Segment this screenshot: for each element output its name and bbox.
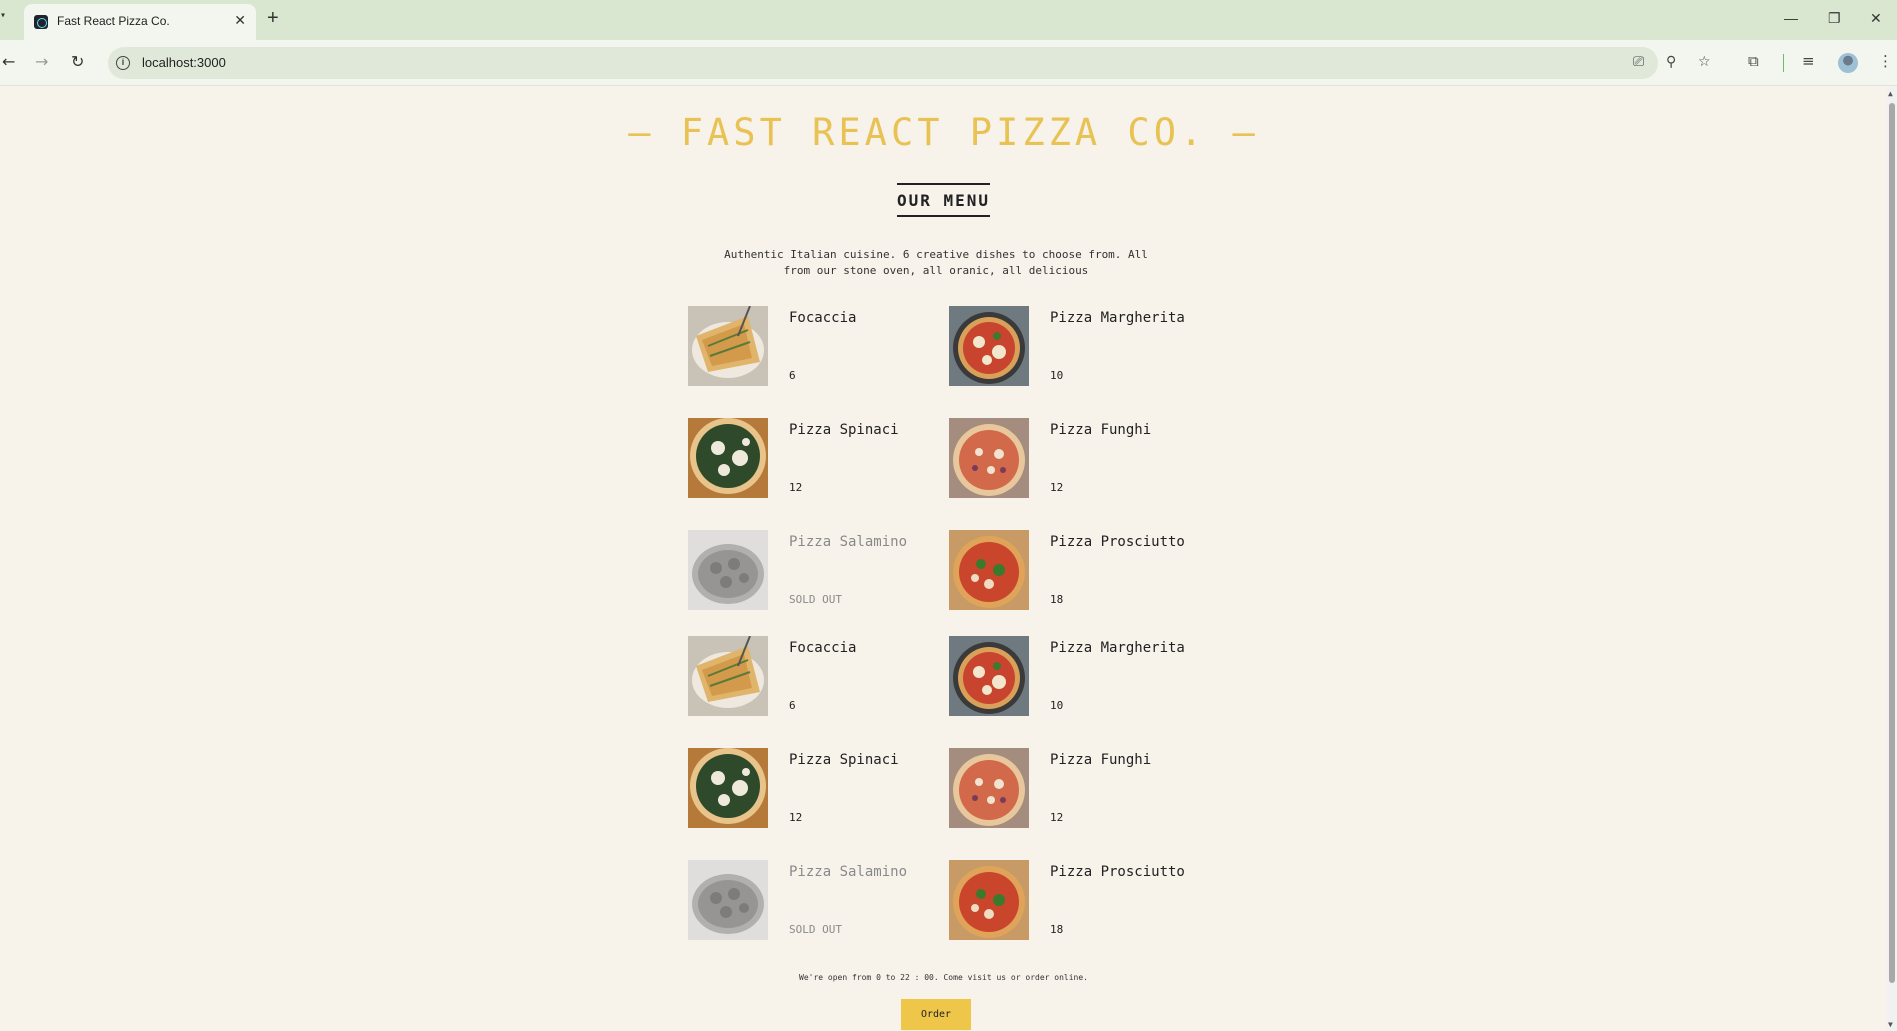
zoom-icon[interactable]: ⚲ <box>1666 54 1676 70</box>
menu-item: Focaccia 6 <box>688 636 938 716</box>
page-scrollbar[interactable]: ▲ ▼ <box>1887 87 1897 1031</box>
menu-heading-wrap: OUR MENU <box>0 183 1887 217</box>
menu-item-name: Focaccia <box>789 310 857 326</box>
menu-item-name: Pizza Salamino <box>789 534 908 550</box>
menu-item-price: 12 <box>1050 481 1064 494</box>
menu-item-name: Pizza Margherita <box>1050 640 1185 656</box>
prosciutto-image <box>949 530 1029 610</box>
brand-title: — FAST REACT PIZZA CO. — <box>628 111 1259 154</box>
bookmark-star-icon[interactable]: ☆ <box>1698 54 1711 70</box>
funghi-image <box>949 418 1029 498</box>
spinaci-image <box>688 748 768 828</box>
toolbar-divider <box>1783 54 1784 72</box>
opening-hours-note: We're open from 0 to 22 : 00. Come visit… <box>799 973 1088 982</box>
menu-item-price: 10 <box>1050 699 1064 712</box>
reload-icon[interactable]: ↻ <box>71 52 84 71</box>
prosciutto-image <box>949 860 1029 940</box>
menu-item-price: 12 <box>1050 811 1064 824</box>
margherita-image <box>949 636 1029 716</box>
spinaci-image <box>688 418 768 498</box>
react-favicon-icon <box>34 15 48 29</box>
browser-tab[interactable]: Fast React Pizza Co. ✕ <box>24 4 256 40</box>
browser-toolbar: ← → ↻ i localhost:3000 ⎚ ⚲ ☆ ⧉ ≡ ⋮ <box>0 40 1897 86</box>
order-button[interactable]: Order <box>901 999 971 1030</box>
menu-item-price: 18 <box>1050 923 1064 936</box>
forward-arrow-icon[interactable]: → <box>35 52 48 71</box>
extensions-puzzle-icon[interactable]: ⧉ <box>1748 52 1759 70</box>
menu-item: Focaccia 6 <box>688 306 938 386</box>
back-arrow-icon[interactable]: ← <box>2 52 15 71</box>
menu-item: Pizza Salamino SOLD OUT <box>688 860 938 940</box>
menu-item: Pizza Salamino SOLD OUT <box>688 530 938 610</box>
menu-item: Pizza Spinaci 12 <box>688 748 938 828</box>
page-content: — FAST REACT PIZZA CO. — OUR MENU Authen… <box>0 87 1887 1031</box>
menu-item-name: Pizza Prosciutto <box>1050 864 1185 880</box>
more-menu-icon[interactable]: ⋮ <box>1878 52 1893 70</box>
tab-close-icon[interactable]: ✕ <box>234 12 246 29</box>
menu-item-price: 6 <box>789 369 796 382</box>
profile-avatar[interactable] <box>1838 53 1858 73</box>
menu-item-name: Pizza Salamino <box>789 864 908 880</box>
menu-item: Pizza Spinaci 12 <box>688 418 938 498</box>
menu-item: Pizza Funghi 12 <box>949 748 1199 828</box>
menu-item-name: Pizza Margherita <box>1050 310 1185 326</box>
window-close-icon[interactable]: ✕ <box>1870 10 1882 27</box>
menu-item: Pizza Funghi 12 <box>949 418 1199 498</box>
menu-item: Pizza Margherita 10 <box>949 306 1199 386</box>
restore-icon[interactable]: ❐ <box>1828 10 1841 27</box>
minimize-icon[interactable]: — <box>1784 10 1798 26</box>
menu-item: Pizza Prosciutto 18 <box>949 530 1199 610</box>
menu-item-price: 12 <box>789 481 803 494</box>
tab-title: Fast React Pizza Co. <box>57 14 170 28</box>
menu-item: Pizza Margherita 10 <box>949 636 1199 716</box>
tab-list-chevron-icon[interactable]: ▾ <box>0 10 10 30</box>
url-text[interactable]: localhost:3000 <box>142 55 226 70</box>
salamino-image <box>688 530 768 610</box>
scroll-up-icon[interactable]: ▲ <box>1888 89 1893 98</box>
menu-item-price: 18 <box>1050 593 1064 606</box>
salamino-image <box>688 860 768 940</box>
menu-item-name: Pizza Spinaci <box>789 752 899 768</box>
scroll-thumb[interactable] <box>1889 103 1895 983</box>
menu-item-name: Focaccia <box>789 640 857 656</box>
sold-out-label: SOLD OUT <box>789 593 842 606</box>
browser-tab-bar: ▾ Fast React Pizza Co. ✕ + — ❐ ✕ <box>0 0 1897 40</box>
menu-item-name: Pizza Prosciutto <box>1050 534 1185 550</box>
menu-item-price: 6 <box>789 699 796 712</box>
media-controls-icon[interactable]: ≡ <box>1802 52 1815 70</box>
menu-item-price: 12 <box>789 811 803 824</box>
menu-item-name: Pizza Spinaci <box>789 422 899 438</box>
site-info-icon[interactable]: i <box>116 56 130 70</box>
menu-heading: OUR MENU <box>896 183 991 217</box>
margherita-image <box>949 306 1029 386</box>
focaccia-image <box>688 306 768 386</box>
sold-out-label: SOLD OUT <box>789 923 842 936</box>
new-tab-plus-icon[interactable]: + <box>267 8 279 28</box>
menu-item-price: 10 <box>1050 369 1064 382</box>
menu-item: Pizza Prosciutto 18 <box>949 860 1199 940</box>
menu-item-name: Pizza Funghi <box>1050 422 1152 438</box>
funghi-image <box>949 748 1029 828</box>
menu-intro: Authentic Italian cuisine. 6 creative di… <box>724 248 1148 277</box>
address-bar[interactable]: i localhost:3000 ⎚ ⚲ ☆ <box>108 47 1711 79</box>
scroll-down-icon[interactable]: ▼ <box>1888 1020 1893 1029</box>
focaccia-image <box>688 636 768 716</box>
menu-item-name: Pizza Funghi <box>1050 752 1152 768</box>
install-app-icon[interactable]: ⎚ <box>1633 54 1644 70</box>
